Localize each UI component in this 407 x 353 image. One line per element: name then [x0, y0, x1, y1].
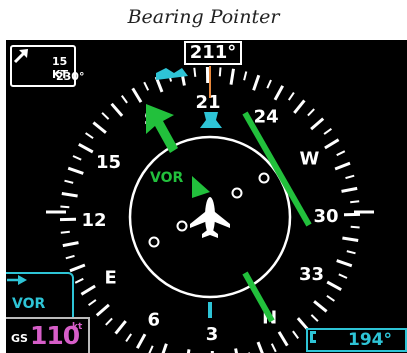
compass-tick	[341, 186, 358, 193]
to-from-indicator-icon	[192, 176, 210, 198]
compass-tick	[287, 92, 295, 101]
compass-tick	[125, 333, 133, 342]
compass-tick	[323, 127, 332, 135]
compass-tick	[293, 99, 306, 114]
compass-tick	[350, 225, 360, 229]
compass-tick	[114, 320, 127, 335]
compass-tick	[105, 317, 113, 326]
nav-source-label: VOR	[150, 170, 183, 186]
groundspeed-label: GS	[11, 332, 28, 345]
compass-tick	[78, 142, 94, 154]
compass-label-15: 15	[96, 152, 121, 173]
compass-tick	[161, 343, 168, 353]
bearing-pointer-head-icon	[200, 112, 222, 128]
course-pointer-arrow-icon	[146, 104, 178, 153]
compass-tick	[292, 330, 300, 339]
wind-direction: 230°	[56, 70, 85, 83]
compass-tick	[326, 280, 342, 292]
groundspeed-unit: kt	[72, 322, 83, 332]
compass-label-21: 21	[195, 92, 220, 113]
compass-tick	[120, 95, 128, 104]
compass-tick	[234, 348, 238, 353]
compass-tick	[313, 300, 328, 313]
bearing-value: 194°	[348, 330, 392, 350]
compass-tick	[334, 161, 351, 171]
compass-tick	[92, 121, 107, 134]
compass-tick	[186, 349, 191, 353]
compass-tick	[345, 174, 355, 180]
compass-tick	[80, 284, 96, 296]
bearing-pointer-arrow-icon	[7, 275, 27, 285]
compass-tick	[74, 277, 84, 284]
compass-tick	[65, 254, 75, 260]
compass-label-6: 6	[148, 310, 161, 331]
compass-tick	[350, 200, 360, 204]
compass-tick	[229, 68, 235, 85]
compass-tick	[193, 67, 197, 77]
compass-tick	[277, 331, 289, 347]
bearing-readout-box: 194°	[306, 328, 407, 352]
compass-tick	[69, 263, 86, 273]
deviation-dot	[258, 172, 270, 184]
wind-indicator: 15 KT 230°	[10, 45, 84, 87]
compass-tick	[110, 102, 124, 117]
nav-source-box[interactable]: VOR	[6, 272, 74, 317]
compass-tick	[218, 67, 222, 77]
compass-tick	[143, 81, 150, 91]
compass-tick	[256, 341, 264, 353]
compass-tick	[135, 333, 147, 349]
compass-tick	[88, 299, 97, 307]
groundspeed-box: GS 110 kt	[6, 317, 90, 353]
compass-tick	[326, 294, 335, 302]
compass-tick	[85, 132, 94, 140]
compass-tick	[346, 250, 356, 255]
compass-tick	[95, 303, 110, 317]
compass-label-33: 33	[299, 264, 324, 285]
compass-label-3: 3	[206, 324, 219, 345]
aircraft-icon	[190, 197, 230, 238]
compass-tick	[60, 205, 70, 209]
compass-tick	[60, 230, 70, 234]
compass-tick	[270, 343, 277, 353]
compass-tick	[273, 85, 285, 101]
compass-tick	[64, 179, 74, 184]
compass-tick	[61, 192, 78, 198]
deviation-dot	[231, 187, 243, 199]
compass-tick	[72, 155, 82, 161]
hsi-display: 2124W3033N36E1215S VOR	[6, 40, 407, 353]
compass-tick	[243, 71, 248, 81]
compass-tick	[62, 241, 79, 248]
nav-source-box-label: VOR	[12, 296, 46, 312]
compass-label-24: 24	[254, 107, 279, 128]
deviation-dot	[176, 220, 188, 232]
compass-tick	[252, 74, 261, 91]
compass-tick	[101, 112, 110, 120]
compass-tick	[324, 138, 340, 150]
compass-tick	[336, 150, 346, 157]
compass-label-e: E	[104, 268, 116, 289]
compass-tick	[336, 259, 353, 268]
compass-tick	[307, 108, 315, 117]
compass-label-30: 30	[313, 206, 338, 227]
compass-tick	[310, 117, 325, 131]
wind-arrow-icon	[13, 49, 28, 64]
deviation-dot	[148, 236, 160, 248]
compass-tick	[338, 273, 348, 279]
compass-label-w: W	[299, 148, 319, 169]
compass-tick	[67, 166, 84, 175]
bearing-pointer-icon	[310, 331, 316, 343]
compass-tick	[131, 87, 143, 103]
figure-caption: Bearing Pointer	[127, 6, 280, 28]
compass-tick	[266, 79, 272, 89]
heading-readout: 211°	[184, 41, 242, 65]
compass-label-12: 12	[81, 210, 106, 231]
compass-tick	[342, 236, 359, 242]
compass-tick	[310, 314, 319, 322]
compass-tick	[148, 345, 154, 353]
